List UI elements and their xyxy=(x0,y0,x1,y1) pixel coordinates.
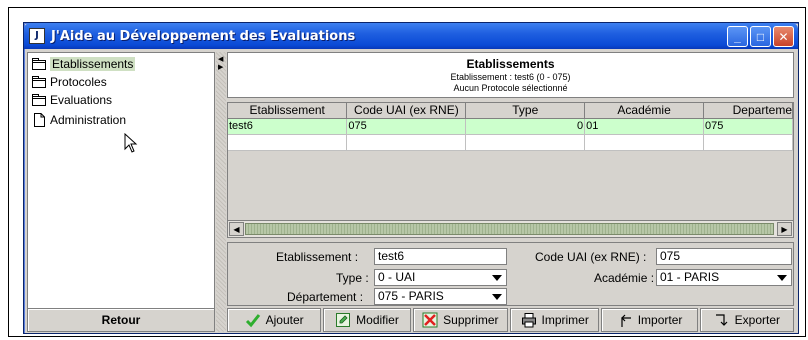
scrollbar-thumb[interactable] xyxy=(245,223,774,235)
tree-item-evaluations[interactable]: Evaluations xyxy=(32,91,112,108)
printer-icon xyxy=(521,313,536,328)
minimize-button[interactable]: _ xyxy=(727,26,748,47)
close-button[interactable]: ✕ xyxy=(773,26,794,47)
departement-select[interactable]: 075 - PARIS xyxy=(374,288,507,305)
importer-button[interactable]: Importer xyxy=(601,308,698,332)
exporter-button[interactable]: Exporter xyxy=(699,308,795,332)
column-header-academie[interactable]: Académie xyxy=(584,103,705,119)
code-uai-field[interactable]: 075 xyxy=(656,248,792,265)
retour-button[interactable]: Retour xyxy=(27,308,215,332)
etablissement-label: Etablissement : xyxy=(276,250,359,264)
horizontal-scrollbar[interactable]: ◀ ▶ xyxy=(228,220,793,237)
delete-icon xyxy=(422,312,438,328)
table-cell[interactable]: 0 xyxy=(465,118,586,135)
splitter-handle[interactable]: ◀ ▶ xyxy=(216,52,226,332)
type-select-value: 0 - UAI xyxy=(378,270,416,284)
context-header: Etablissements Etablissement : test6 (0 … xyxy=(227,52,794,98)
column-header-departement[interactable]: Departeme xyxy=(703,103,793,119)
tree-item-label: Protocoles xyxy=(50,74,107,89)
imprimer-button[interactable]: Imprimer xyxy=(510,308,600,332)
etablissement-field[interactable]: test6 xyxy=(374,248,507,265)
window-controls: _ □ ✕ xyxy=(727,26,794,47)
importer-label: Importer xyxy=(637,313,683,327)
supprimer-label: Supprimer xyxy=(443,313,499,327)
title-bar[interactable]: J J'Aide au Développement des Evaluation… xyxy=(24,23,798,49)
splitter-arrows-icon[interactable]: ◀ ▶ xyxy=(218,56,223,72)
context-title: Etablissements xyxy=(466,57,555,71)
modifier-label: Modifier xyxy=(356,313,399,327)
table-cell[interactable]: test6 xyxy=(228,118,348,135)
mouse-cursor-icon xyxy=(124,133,138,153)
ajouter-button[interactable]: Ajouter xyxy=(227,308,322,332)
academie-select-value: 01 - PARIS xyxy=(660,270,720,284)
table-cell[interactable] xyxy=(465,134,586,151)
table-row[interactable]: test6 075 0 01 075 xyxy=(228,118,793,135)
table-header-row: Etablissement Code UAI (ex RNE) Type Aca… xyxy=(228,103,793,119)
table-cell[interactable] xyxy=(703,134,793,151)
supprimer-button[interactable]: Supprimer xyxy=(412,308,509,332)
scroll-right-icon[interactable]: ▶ xyxy=(777,222,792,236)
detail-form: Etablissement : test6 Code UAI (ex RNE) … xyxy=(227,242,794,306)
tree-item-label: Evaluations xyxy=(50,92,113,107)
export-icon xyxy=(715,314,728,326)
folder-icon xyxy=(32,93,46,106)
exporter-label: Exporter xyxy=(734,313,781,327)
scroll-left-icon[interactable]: ◀ xyxy=(229,222,244,236)
maximize-button[interactable]: □ xyxy=(750,26,771,47)
etablissements-table: Etablissement Code UAI (ex RNE) Type Aca… xyxy=(227,102,794,238)
table-row[interactable] xyxy=(228,134,793,151)
context-protocole: Aucun Protocole sélectionné xyxy=(453,83,568,93)
action-toolbar: Ajouter Modifier Supprimer Imprimer Impo… xyxy=(227,308,795,332)
context-etablissement: Etablissement : test6 (0 - 075) xyxy=(450,72,571,82)
academie-label: Académie : xyxy=(594,271,655,285)
data-grid: Etablissement Code UAI (ex RNE) Type Aca… xyxy=(228,103,793,151)
checkmark-icon xyxy=(245,314,260,328)
column-header-type[interactable]: Type xyxy=(465,103,586,119)
window-title: J'Aide au Développement des Evaluations xyxy=(51,28,356,44)
app-window: J J'Aide au Développement des Evaluation… xyxy=(23,22,799,334)
edit-icon xyxy=(336,313,351,327)
navigation-tree: Etablissements Protocoles Evaluations Ad… xyxy=(27,52,215,329)
table-cell[interactable]: 075 xyxy=(703,118,793,135)
table-cell[interactable] xyxy=(584,134,705,151)
column-header-etablissement[interactable]: Etablissement xyxy=(228,103,348,119)
chevron-down-icon xyxy=(492,275,502,281)
tree-item-label: Administration xyxy=(50,112,127,127)
type-select[interactable]: 0 - UAI xyxy=(374,269,507,286)
code-uai-label: Code UAI (ex RNE) : xyxy=(535,250,647,264)
table-cell[interactable] xyxy=(346,134,467,151)
departement-label: Département : xyxy=(287,290,364,304)
departement-select-value: 075 - PARIS xyxy=(378,289,444,303)
column-header-code-uai[interactable]: Code UAI (ex RNE) xyxy=(346,103,467,119)
tree-item-label: Etablissements xyxy=(50,56,136,71)
tree-item-protocoles[interactable]: Protocoles xyxy=(32,73,107,90)
content-pane: Etablissements Etablissement : test6 (0 … xyxy=(227,52,797,332)
table-cell[interactable] xyxy=(228,134,348,151)
ajouter-label: Ajouter xyxy=(265,313,304,327)
modifier-button[interactable]: Modifier xyxy=(323,308,411,332)
academie-select[interactable]: 01 - PARIS xyxy=(656,269,792,286)
table-cell[interactable]: 01 xyxy=(584,118,705,135)
imprimer-label: Imprimer xyxy=(541,313,589,327)
document-icon xyxy=(34,112,45,127)
type-label: Type : xyxy=(336,271,369,285)
import-icon xyxy=(620,314,631,327)
tree-item-etablissements[interactable]: Etablissements xyxy=(32,55,136,72)
app-icon: J xyxy=(29,28,45,44)
chevron-down-icon xyxy=(777,275,787,281)
chevron-down-icon xyxy=(492,294,502,300)
folder-icon xyxy=(32,75,46,88)
table-cell[interactable]: 075 xyxy=(346,118,467,135)
tree-item-administration[interactable]: Administration xyxy=(32,111,126,128)
folder-icon xyxy=(32,57,46,70)
